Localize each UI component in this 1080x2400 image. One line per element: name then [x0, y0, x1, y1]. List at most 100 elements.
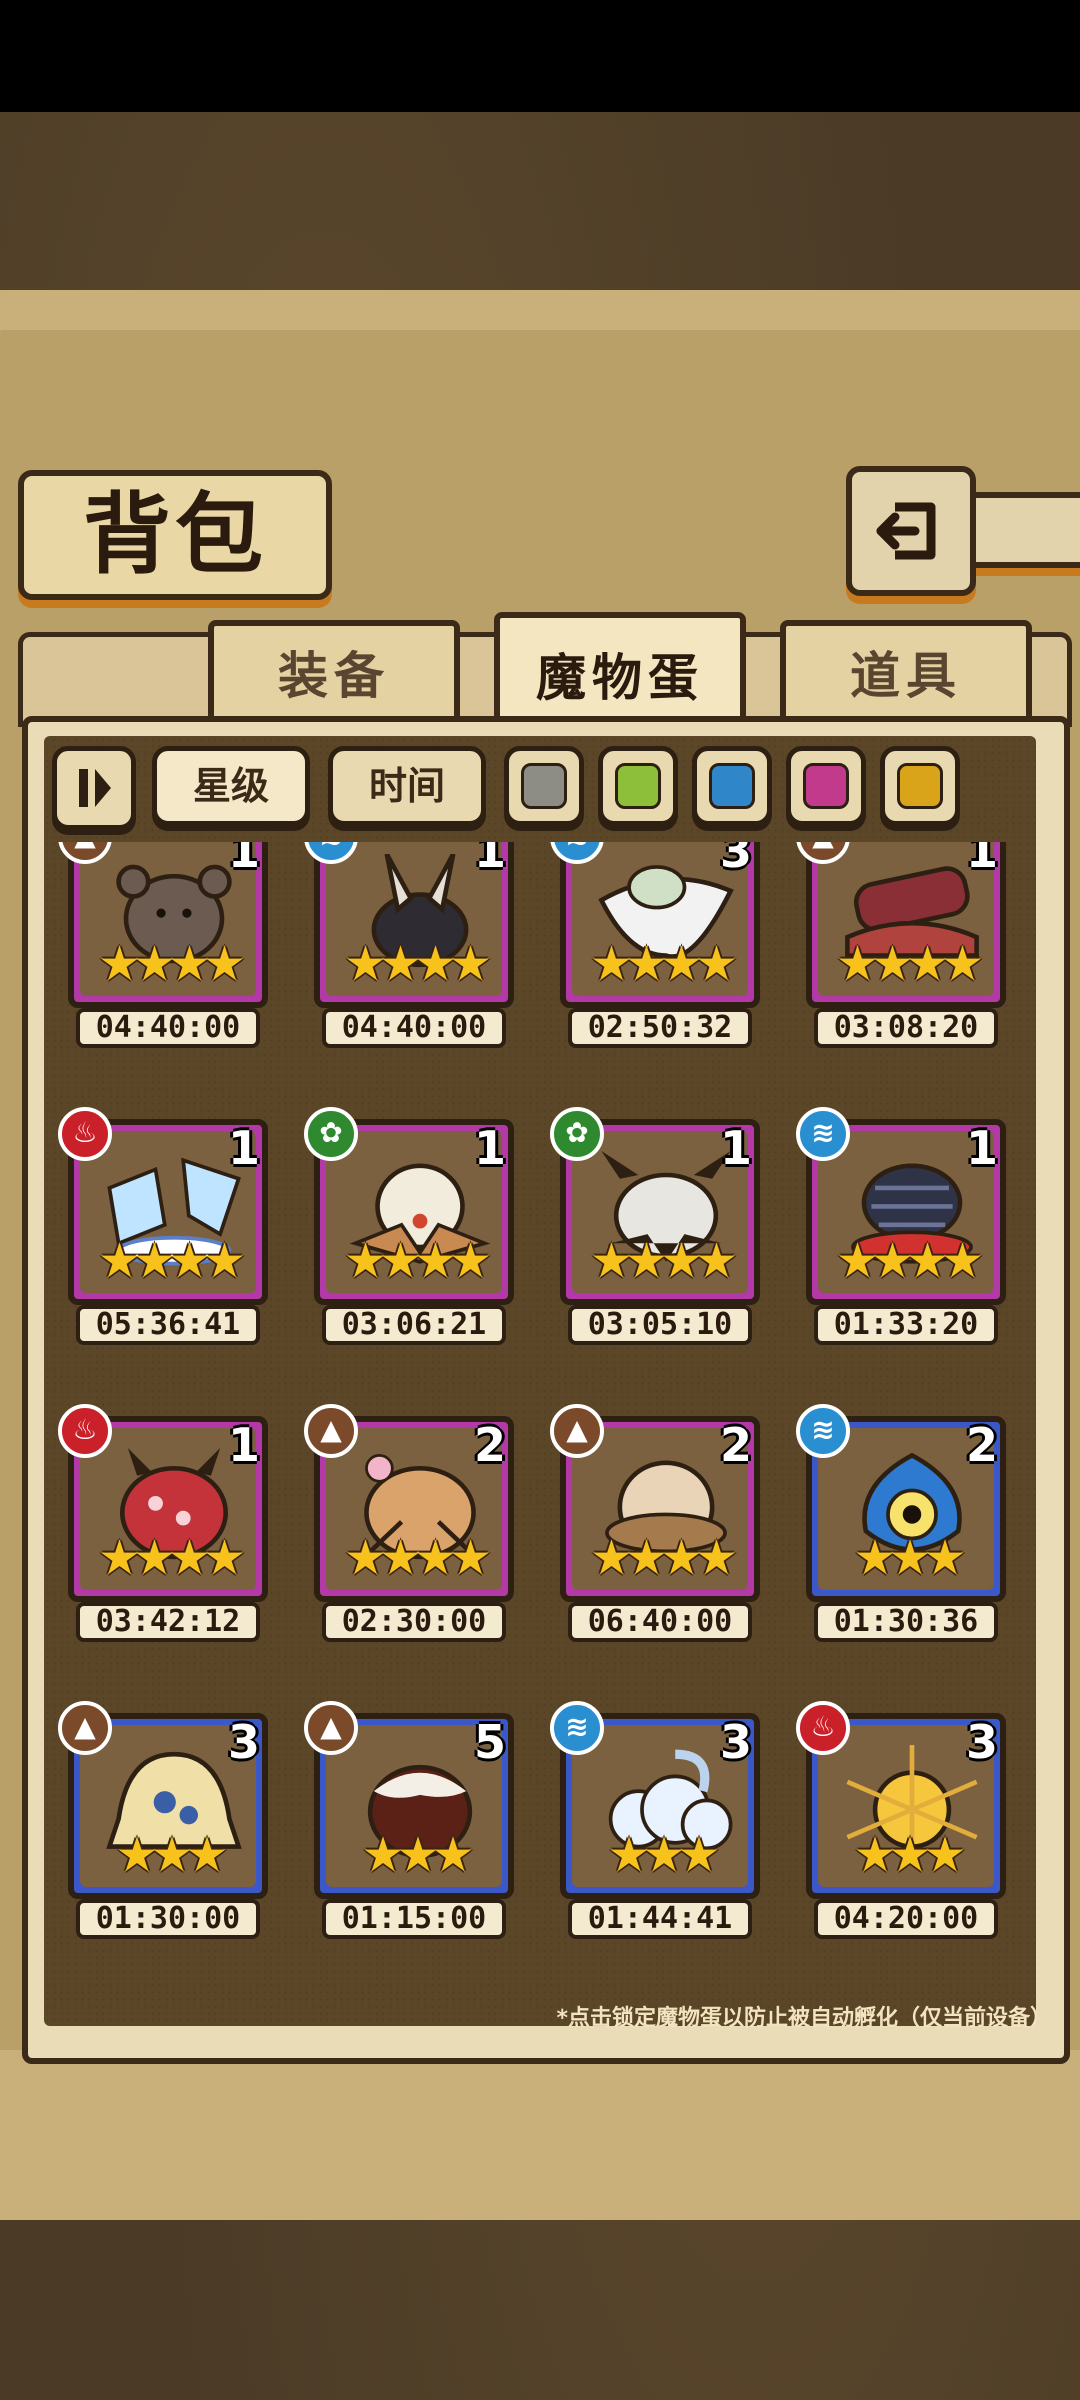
earth-element-icon: ▲: [550, 1404, 604, 1458]
hatch-timer: 05:36:41: [76, 1305, 260, 1345]
hatch-timer: 01:30:00: [76, 1899, 260, 1939]
earth-element-icon: ▲: [304, 1701, 358, 1755]
egg-card[interactable]: ≋ 1 ★★★★ 01:33:20: [796, 1107, 1012, 1347]
egg-count: 1: [719, 1121, 752, 1175]
star-rating: ★★★★: [835, 1233, 984, 1289]
egg-card[interactable]: ▲ 5 ★★★ 01:15:00: [304, 1701, 520, 1941]
water-element-icon: ≋: [550, 1701, 604, 1755]
grass-element-icon: ✿: [304, 1107, 358, 1161]
egg-count: 5: [473, 1715, 506, 1769]
hatch-timer: 04:40:00: [76, 1008, 260, 1048]
hatch-timer: 02:30:00: [322, 1602, 506, 1642]
tab-equipment[interactable]: 装备: [208, 620, 460, 730]
filter-green-swatch[interactable]: [598, 746, 678, 826]
earth-element-icon: ▲: [58, 1701, 112, 1755]
hatch-timer: 03:05:10: [568, 1305, 752, 1345]
egg-count: 1: [965, 1121, 998, 1175]
star-rating: ★★★★: [343, 1233, 492, 1289]
hatch-timer: 06:40:00: [568, 1602, 752, 1642]
hatch-timer: 04:40:00: [322, 1008, 506, 1048]
star-rating: ★★★★: [97, 1233, 246, 1289]
tab-label: 装备: [278, 647, 390, 705]
grass-element-icon: ✿: [550, 1107, 604, 1161]
hatch-timer: 03:06:21: [322, 1305, 506, 1345]
egg-card[interactable]: ✿ 1 ★★★★ 03:05:10: [550, 1107, 766, 1347]
egg-card[interactable]: ≋1★★★★04:40:00: [304, 842, 520, 1050]
egg-count: 2: [719, 1418, 752, 1472]
egg-card[interactable]: ♨ 1 ★★★★ 03:42:12: [58, 1404, 274, 1644]
hatch-timer: 01:44:41: [568, 1899, 752, 1939]
egg-card[interactable]: ≋ 2 ★★★ 01:30:36: [796, 1404, 1012, 1644]
star-rating: ★★★★: [97, 1530, 246, 1586]
back-button[interactable]: [846, 466, 976, 596]
egg-count: 3: [227, 1715, 260, 1769]
star-rating: ★★★★: [97, 936, 246, 992]
egg-card[interactable]: ✿ 1 ★★★★ 03:06:21: [304, 1107, 520, 1347]
egg-count: 1: [227, 842, 260, 878]
hatch-timer: 01:33:20: [814, 1305, 998, 1345]
earth-element-icon: ▲: [304, 1404, 358, 1458]
fire-element-icon: ♨: [58, 1107, 112, 1161]
filter-gold-swatch[interactable]: [880, 746, 960, 826]
egg-card[interactable]: ▲ 2 ★★★★ 06:40:00: [550, 1404, 766, 1644]
egg-count: 1: [473, 842, 506, 878]
title-plate: 背包: [18, 470, 332, 600]
egg-count: 1: [473, 1121, 506, 1175]
egg-count: 2: [965, 1418, 998, 1472]
egg-count: 1: [227, 1121, 260, 1175]
egg-count: 1: [965, 842, 998, 878]
hatch-timer: 04:20:00: [814, 1899, 998, 1939]
star-rating: ★★★★: [589, 936, 738, 992]
star-rating: ★★★: [607, 1827, 720, 1883]
filter-star-label: 星级: [192, 764, 269, 808]
star-rating: ★★★★: [589, 1233, 738, 1289]
water-element-icon: ≋: [796, 1107, 850, 1161]
bottom-parchment-band: [0, 2050, 1080, 2220]
fire-element-icon: ♨: [796, 1701, 850, 1755]
filter-star-button[interactable]: 星级: [152, 746, 310, 826]
tab-label: 道具: [850, 647, 962, 705]
fire-element-icon: ♨: [58, 1404, 112, 1458]
egg-card[interactable]: ▲ 2 ★★★★ 02:30:00: [304, 1404, 520, 1644]
egg-count: 3: [965, 1715, 998, 1769]
filter-time-button[interactable]: 时间: [328, 746, 486, 826]
swatch-color: [803, 763, 849, 809]
egg-card[interactable]: ♨ 3 ★★★ 04:20:00: [796, 1701, 1012, 1941]
swatch-color: [521, 763, 567, 809]
egg-card[interactable]: ▲1★★★★04:40:00: [58, 842, 274, 1050]
egg-count: 1: [227, 1418, 260, 1472]
filter-blue-swatch[interactable]: [692, 746, 772, 826]
star-rating: ★★★★: [589, 1530, 738, 1586]
egg-count: 3: [719, 842, 752, 878]
swatch-color: [897, 763, 943, 809]
swatch-color: [615, 763, 661, 809]
hatch-timer: 03:08:20: [814, 1008, 998, 1048]
egg-grid: ▲ 1 ★★★★ 04:40:00 ≋ 1 ★★★★ 04:40:00 ≋ 3 ★★★★ 02:50:…: [44, 842, 1036, 2002]
egg-card[interactable]: ▲1★★★★03:08:20: [796, 842, 1012, 1050]
lock-hint-text: *点击锁定魔物蛋以防止被自动孵化（仅当前设备）: [556, 2006, 1052, 2031]
filter-time-label: 时间: [368, 764, 445, 808]
filter-gray-swatch[interactable]: [504, 746, 584, 826]
water-element-icon: ≋: [796, 1404, 850, 1458]
sort-toggle-button[interactable]: [52, 746, 136, 830]
egg-card[interactable]: ≋ 3 ★★★ 01:44:41: [550, 1701, 766, 1941]
hatch-timer: 03:42:12: [76, 1602, 260, 1642]
return-arrow-icon: [876, 502, 936, 560]
back-rail: [960, 492, 1080, 568]
tab-items[interactable]: 道具: [780, 620, 1032, 730]
page-title: 背包: [82, 483, 267, 586]
egg-card[interactable]: ▲ 3 ★★★ 01:30:00: [58, 1701, 274, 1941]
egg-count: 2: [473, 1418, 506, 1472]
pause-sort-icon: [79, 769, 111, 807]
hatch-timer: 01:15:00: [322, 1899, 506, 1939]
star-rating: ★★★: [853, 1827, 966, 1883]
swatch-color: [709, 763, 755, 809]
star-rating: ★★★: [115, 1827, 228, 1883]
star-rating: ★★★: [853, 1530, 966, 1586]
status-bar: [0, 0, 1080, 112]
filter-pink-swatch[interactable]: [786, 746, 866, 826]
egg-card[interactable]: ♨ 1 ★★★★ 05:36:41: [58, 1107, 274, 1347]
egg-card[interactable]: ≋3★★★★02:50:32: [550, 842, 766, 1050]
star-rating: ★★★★: [343, 1530, 492, 1586]
star-rating: ★★★: [361, 1827, 474, 1883]
